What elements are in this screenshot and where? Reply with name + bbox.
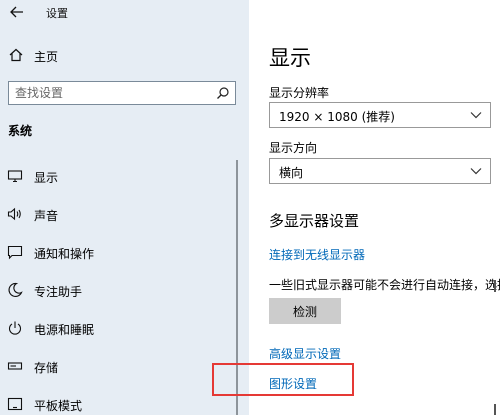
app-title: 设置 (46, 7, 68, 20)
highlight-box (212, 363, 354, 396)
power-icon (8, 321, 22, 335)
connect-wireless-display-link[interactable]: 连接到无线显示器 (269, 246, 365, 263)
sidebar-item-label: 电源和睡眠 (34, 323, 95, 337)
search-icon[interactable] (216, 86, 230, 100)
resolution-label: 显示分辨率 (269, 86, 330, 100)
orientation-value: 横向 (279, 166, 304, 180)
sidebar-item-notifications[interactable]: 通知和操作 (0, 238, 249, 266)
tablet-icon (7, 397, 23, 411)
storage-icon (7, 362, 23, 370)
search-box[interactable] (8, 81, 236, 105)
notification-icon (7, 245, 23, 260)
sidebar-item-label: 专注助手 (34, 285, 83, 299)
sidebar-item-home[interactable]: 主页 (0, 44, 249, 68)
sidebar-item-label: 存储 (34, 361, 59, 375)
sidebar-item-focus-assist[interactable]: 专注助手 (0, 276, 249, 304)
sidebar-item-label: 主页 (34, 50, 59, 64)
sidebar-item-label: 平板模式 (34, 399, 83, 413)
sidebar-item-power-sleep[interactable]: 电源和睡眠 (0, 314, 249, 342)
home-icon (9, 48, 23, 62)
resolution-value: 1920 × 1080 (推荐) (279, 110, 395, 124)
section-header: 系统 (8, 124, 33, 138)
advanced-display-settings-link[interactable]: 高级显示设置 (269, 345, 341, 362)
resolution-dropdown[interactable]: 1920 × 1080 (推荐) (269, 102, 491, 128)
back-arrow-icon[interactable] (8, 3, 26, 21)
info-text: 一些旧式显示器可能不会进行自动连接，选择"检 (269, 278, 500, 292)
main-content: 显示 显示分辨率 1920 × 1080 (推荐) 显示方向 横向 多显示器设置… (249, 0, 500, 415)
sidebar-item-sound[interactable]: 声音 (0, 200, 249, 228)
scrollbar-down[interactable] (494, 404, 496, 415)
sidebar: 设置 主页 系统 显示 声音 通知和操作 (0, 0, 249, 415)
chevron-down-icon (470, 168, 482, 175)
detect-button[interactable]: 检测 (269, 298, 341, 324)
page-title: 显示 (269, 46, 311, 70)
scrollbar-up[interactable] (494, 280, 496, 292)
orientation-dropdown[interactable]: 横向 (269, 158, 491, 184)
sidebar-item-label: 通知和操作 (34, 247, 95, 261)
monitor-icon (7, 170, 23, 183)
sidebar-item-label: 显示 (34, 171, 59, 185)
moon-icon (8, 282, 23, 297)
sidebar-item-display[interactable]: 显示 (0, 162, 249, 190)
orientation-label: 显示方向 (269, 141, 318, 155)
multi-display-title: 多显示器设置 (269, 212, 360, 230)
search-input[interactable] (15, 83, 205, 103)
sidebar-item-label: 声音 (34, 209, 59, 223)
speaker-icon (7, 207, 21, 221)
chevron-down-icon (470, 112, 482, 119)
title-bar: 设置 (0, 0, 249, 26)
